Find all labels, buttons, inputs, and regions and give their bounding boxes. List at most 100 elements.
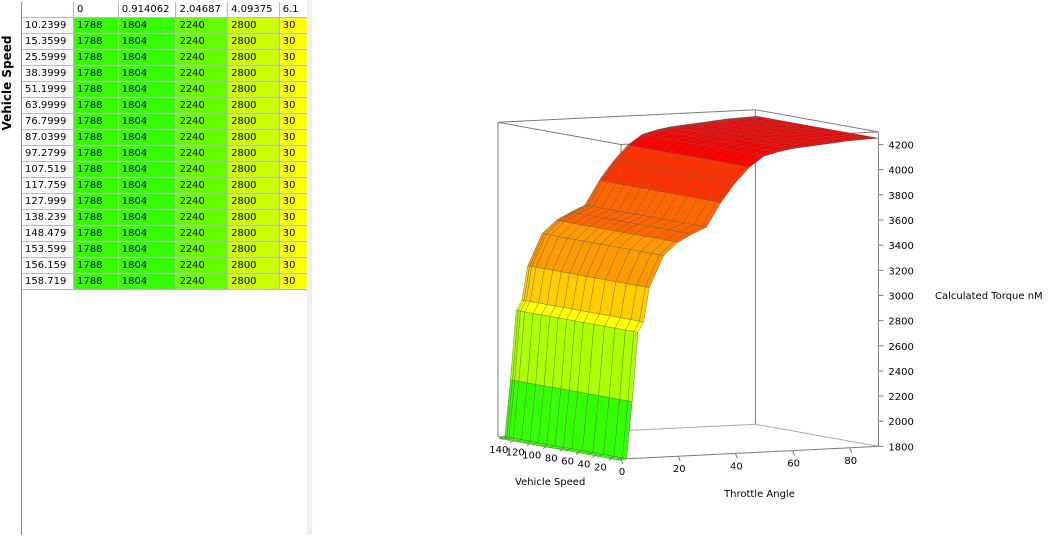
table-cell[interactable]: 1804	[118, 17, 177, 34]
table-cell[interactable]: 1804	[118, 113, 177, 130]
row-header[interactable]: 25.5999	[22, 49, 75, 66]
row-header[interactable]: 107.519	[22, 161, 75, 178]
column-header[interactable]: 2.04687	[175, 2, 229, 18]
table-cell[interactable]: 30	[279, 241, 308, 258]
table-cell[interactable]: 30	[279, 193, 308, 210]
table-cell[interactable]: 30	[279, 17, 308, 34]
table-cell[interactable]: 30	[279, 81, 308, 98]
table-cell[interactable]: 2800	[227, 17, 280, 34]
table-cell[interactable]: 1788	[73, 177, 119, 194]
column-header[interactable]: 0.914062	[118, 2, 177, 18]
table-cell[interactable]: 30	[279, 209, 308, 226]
table-cell[interactable]: 2240	[175, 273, 229, 290]
row-header[interactable]: 38.3999	[22, 65, 75, 82]
table-cell[interactable]: 1788	[73, 81, 119, 98]
table-cell[interactable]: 2240	[175, 241, 229, 258]
row-header[interactable]: 158.719	[22, 273, 75, 290]
table-row[interactable]: 156.159 1788 1804 2240 2800 30	[22, 257, 308, 274]
table-cell[interactable]: 1804	[118, 65, 177, 82]
table-cell[interactable]: 1804	[118, 177, 177, 194]
table-cell[interactable]: 1788	[73, 129, 119, 146]
table-row[interactable]: 153.599 1788 1804 2240 2800 30	[22, 241, 308, 258]
table-cell[interactable]: 2800	[227, 209, 280, 226]
table-cell[interactable]: 2240	[175, 97, 229, 114]
row-header[interactable]: 10.2399	[22, 17, 75, 34]
table-cell[interactable]: 1804	[118, 145, 177, 162]
table-cell[interactable]: 1788	[73, 241, 119, 258]
table-row[interactable]: 51.1999 1788 1804 2240 2800 30	[22, 81, 308, 98]
table-cell[interactable]: 30	[279, 257, 308, 274]
table-row[interactable]: 38.3999 1788 1804 2240 2800 30	[22, 65, 308, 82]
table-cell[interactable]: 1804	[118, 161, 177, 178]
surface-chart[interactable]: 0 20 40 60 80 20 40 60 80 100 120 140 1800 2000 2200 24…	[312, 0, 1057, 535]
table-row[interactable]: 15.3599 1788 1804 2240 2800 30	[22, 33, 308, 50]
table-row[interactable]: 87.0399 1788 1804 2240 2800 30	[22, 129, 308, 146]
table-cell[interactable]: 1788	[73, 257, 119, 274]
table-row[interactable]: 148.479 1788 1804 2240 2800 30	[22, 225, 308, 242]
table-cell[interactable]: 2800	[227, 257, 280, 274]
row-header[interactable]: 138.239	[22, 209, 75, 226]
table-cell[interactable]: 30	[279, 129, 308, 146]
table-cell[interactable]: 2240	[175, 81, 229, 98]
table-row[interactable]: 76.7999 1788 1804 2240 2800 30	[22, 113, 308, 130]
table-viewport[interactable]: 0 0.914062 2.04687 4.09375 6.1 10.2399 1788 180…	[21, 2, 308, 535]
table-cell[interactable]: 30	[279, 273, 308, 290]
table-cell[interactable]: 2240	[175, 225, 229, 242]
table-row[interactable]: 117.759 1788 1804 2240 2800 30	[22, 177, 308, 194]
map-table[interactable]: 0 0.914062 2.04687 4.09375 6.1 10.2399 1788 180…	[22, 2, 308, 290]
table-cell[interactable]: 2800	[227, 145, 280, 162]
table-cell[interactable]: 1804	[118, 257, 177, 274]
table-cell[interactable]: 30	[279, 161, 308, 178]
table-cell[interactable]: 1788	[73, 273, 119, 290]
table-cell[interactable]: 1788	[73, 209, 119, 226]
table-cell[interactable]: 30	[279, 65, 308, 82]
table-cell[interactable]: 2240	[175, 177, 229, 194]
table-cell[interactable]: 1804	[118, 193, 177, 210]
column-header[interactable]: 4.09375	[227, 2, 280, 18]
table-cell[interactable]: 2800	[227, 65, 280, 82]
table-row[interactable]: 158.719 1788 1804 2240 2800 30	[22, 273, 308, 290]
table-cell[interactable]: 2240	[175, 65, 229, 82]
table-cell[interactable]: 2240	[175, 193, 229, 210]
row-header[interactable]: 156.159	[22, 257, 75, 274]
table-cell[interactable]: 2800	[227, 113, 280, 130]
table-row[interactable]: 10.2399 1788 1804 2240 2800 30	[22, 17, 308, 34]
table-cell[interactable]: 1788	[73, 33, 119, 50]
row-header[interactable]: 148.479	[22, 225, 75, 242]
row-header[interactable]: 117.759	[22, 177, 75, 194]
table-cell[interactable]: 2240	[175, 49, 229, 66]
table-cell[interactable]: 2800	[227, 273, 280, 290]
table-cell[interactable]: 2240	[175, 161, 229, 178]
table-cell[interactable]: 2240	[175, 33, 229, 50]
table-cell[interactable]: 30	[279, 33, 308, 50]
table-cell[interactable]: 2240	[175, 17, 229, 34]
table-row[interactable]: 63.9999 1788 1804 2240 2800 30	[22, 97, 308, 114]
table-cell[interactable]: 1788	[73, 65, 119, 82]
table-cell[interactable]: 2240	[175, 257, 229, 274]
table-cell[interactable]: 1788	[73, 97, 119, 114]
row-header[interactable]: 51.1999	[22, 81, 75, 98]
row-header[interactable]: 153.599	[22, 241, 75, 258]
row-header[interactable]: 15.3599	[22, 33, 75, 50]
table-cell[interactable]: 1788	[73, 49, 119, 66]
table-row[interactable]: 25.5999 1788 1804 2240 2800 30	[22, 49, 308, 66]
table-cell[interactable]: 2240	[175, 113, 229, 130]
table-cell[interactable]: 1788	[73, 161, 119, 178]
table-cell[interactable]: 1804	[118, 49, 177, 66]
table-cell[interactable]: 1788	[73, 193, 119, 210]
table-cell[interactable]: 2800	[227, 97, 280, 114]
table-row[interactable]: 107.519 1788 1804 2240 2800 30	[22, 161, 308, 178]
table-cell[interactable]: 2240	[175, 209, 229, 226]
table-cell[interactable]: 2800	[227, 161, 280, 178]
table-cell[interactable]: 1804	[118, 241, 177, 258]
table-cell[interactable]: 1804	[118, 33, 177, 50]
table-cell[interactable]: 30	[279, 225, 308, 242]
table-cell[interactable]: 2800	[227, 225, 280, 242]
row-header[interactable]: 97.2799	[22, 145, 75, 162]
table-cell[interactable]: 1788	[73, 113, 119, 130]
table-cell[interactable]: 30	[279, 113, 308, 130]
table-cell[interactable]: 30	[279, 177, 308, 194]
table-cell[interactable]: 2800	[227, 33, 280, 50]
table-cell[interactable]: 30	[279, 97, 308, 114]
table-row[interactable]: 127.999 1788 1804 2240 2800 30	[22, 193, 308, 210]
